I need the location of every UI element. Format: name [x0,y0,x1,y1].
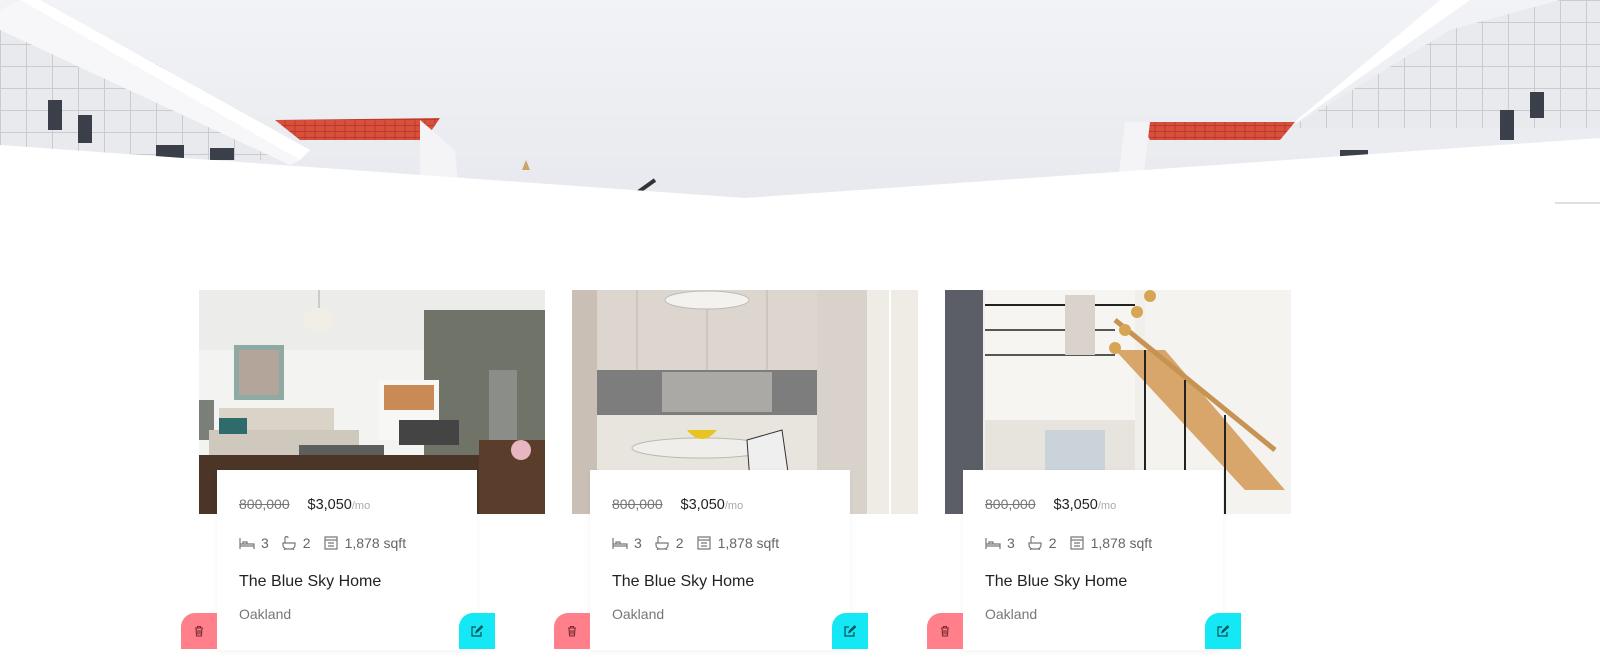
listing-title[interactable]: The Blue Sky Home [612,573,754,591]
price-row: 800,000 $3,050/mo [239,496,370,513]
trash-icon [941,625,949,637]
listing-card[interactable]: 800,000 $3,050/mo 3 2 1,878 sqft The Blu… [554,290,918,650]
baths-count: 2 [302,535,311,551]
bath-icon [1028,536,1042,550]
baths-count: 2 [1048,535,1057,551]
area-feature: 1,878 sqft [323,535,407,551]
old-price: 800,000 [239,496,290,512]
listings-grid: 800,000 $3,050/mo 3 2 1,878 sqft The Blu… [0,0,1600,665]
listing-info: 800,000 $3,050/mo 3 2 1,878 sqft The Blu… [217,470,477,650]
trash-icon [195,625,203,637]
baths-feature: 2 [1027,535,1057,551]
beds-feature: 3 [239,535,269,551]
features-row: 3 2 1,878 sqft [985,535,1164,551]
area-icon [323,536,338,550]
baths-feature: 2 [281,535,311,551]
bed-icon [612,538,628,549]
delete-button[interactable] [181,613,217,649]
baths-feature: 2 [654,535,684,551]
bath-icon [655,536,669,550]
bed-icon [985,538,1001,549]
rent-price: $3,050 [1053,497,1098,513]
listing-info: 800,000 $3,050/mo 3 2 1,878 sqft The Blu… [963,470,1223,650]
features-row: 3 2 1,878 sqft [239,535,418,551]
listing-card[interactable]: 800,000 $3,050/mo 3 2 1,878 sqft The Blu… [181,290,545,650]
area-size: 1,878 sqft [717,535,780,551]
beds-feature: 3 [985,535,1015,551]
beds-count: 3 [261,535,269,551]
area-icon [1069,536,1084,550]
edit-button[interactable] [459,613,495,649]
listing-title[interactable]: The Blue Sky Home [985,573,1127,591]
area-size: 1,878 sqft [344,535,407,551]
bath-icon [282,536,296,550]
listing-card[interactable]: 800,000 $3,050/mo 3 2 1,878 sqft The Blu… [927,290,1291,650]
old-price: 800,000 [612,496,663,512]
area-feature: 1,878 sqft [696,535,780,551]
beds-count: 3 [634,535,642,551]
delete-button[interactable] [927,613,963,649]
price-row: 800,000 $3,050/mo [985,496,1116,513]
bed-icon [239,538,255,549]
delete-button[interactable] [554,613,590,649]
price-period: /mo [351,500,371,512]
baths-count: 2 [675,535,684,551]
trash-icon [568,625,576,637]
rent-price: $3,050 [307,497,352,513]
edit-button[interactable] [1205,613,1241,649]
old-price: 800,000 [985,496,1036,512]
beds-feature: 3 [612,535,642,551]
listing-city: Oakland [612,606,665,622]
listing-title[interactable]: The Blue Sky Home [239,573,381,591]
edit-icon [471,625,484,637]
listing-city: Oakland [985,606,1038,622]
listing-info: 800,000 $3,050/mo 3 2 1,878 sqft The Blu… [590,470,850,650]
area-feature: 1,878 sqft [1069,535,1153,551]
area-icon [696,536,711,550]
beds-count: 3 [1007,535,1015,551]
listing-city: Oakland [239,606,292,622]
price-period: /mo [724,500,744,512]
price-row: 800,000 $3,050/mo [612,496,743,513]
price-period: /mo [1097,500,1117,512]
edit-icon [1217,625,1230,637]
edit-button[interactable] [832,613,868,649]
rent-price: $3,050 [680,497,725,513]
edit-icon [844,625,857,637]
features-row: 3 2 1,878 sqft [612,535,791,551]
area-size: 1,878 sqft [1090,535,1153,551]
